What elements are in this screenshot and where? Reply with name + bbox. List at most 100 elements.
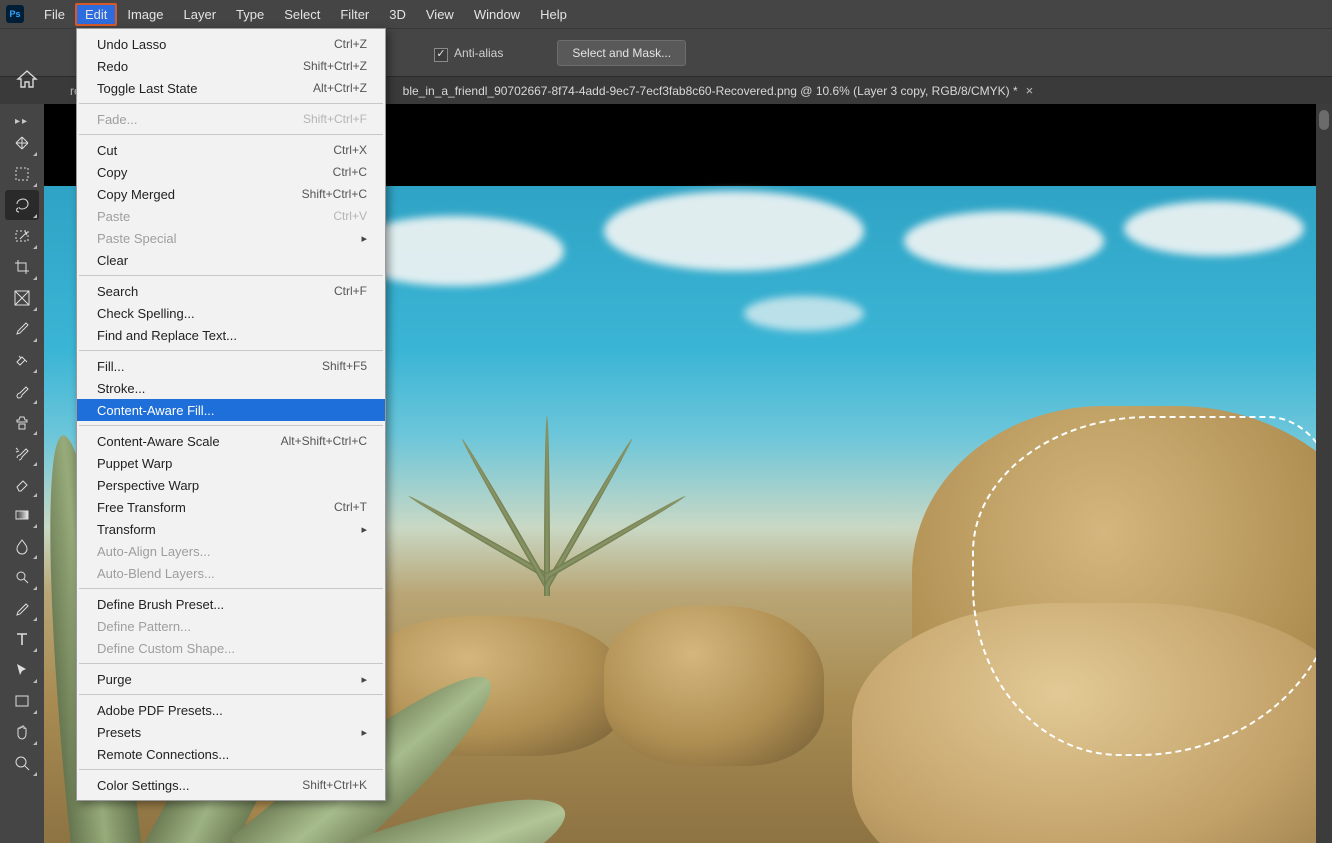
menu-item-label: Check Spelling... [97, 306, 195, 321]
menu-item-label: Clear [97, 253, 128, 268]
menu-item-toggle-last-state[interactable]: Toggle Last StateAlt+Ctrl+Z [77, 77, 385, 99]
menu-item-define-custom-shape: Define Custom Shape... [77, 637, 385, 659]
menu-item-shortcut: Shift+Ctrl+F [303, 112, 367, 126]
menu-item-content-aware-scale[interactable]: Content-Aware ScaleAlt+Shift+Ctrl+C [77, 430, 385, 452]
menu-item-shortcut: Ctrl+X [333, 143, 367, 157]
menu-item-3d[interactable]: 3D [379, 3, 416, 26]
menu-item-label: Copy [97, 165, 127, 180]
menu-item-select[interactable]: Select [274, 3, 330, 26]
menu-item-label: Find and Replace Text... [97, 328, 237, 343]
menu-item-label: Transform [97, 522, 156, 537]
menu-item-label: Define Brush Preset... [97, 597, 224, 612]
menu-item-label: Purge [97, 672, 132, 687]
menu-item-paste-special: Paste Special [77, 227, 385, 249]
menu-item-cut[interactable]: Cut Ctrl+X [77, 139, 385, 161]
toolbar-expand-icon[interactable]: ▸▸ [13, 116, 31, 127]
menu-separator [79, 694, 383, 695]
menu-item-puppet-warp[interactable]: Puppet Warp [77, 452, 385, 474]
home-button[interactable] [4, 61, 50, 97]
menu-item-fill[interactable]: Fill...Shift+F5 [77, 355, 385, 377]
menu-item-fade: Fade...Shift+Ctrl+F [77, 108, 385, 130]
select-and-mask-button[interactable]: Select and Mask... [557, 40, 686, 66]
menu-item-shortcut: Shift+F5 [322, 359, 367, 373]
tool-path-select[interactable] [5, 655, 39, 685]
anti-alias-checkbox[interactable]: Anti-alias [434, 46, 503, 60]
tool-frame[interactable] [5, 283, 39, 313]
scrollbar-thumb[interactable] [1319, 110, 1329, 130]
tool-hand[interactable] [5, 717, 39, 747]
menu-item-label: Cut [97, 143, 117, 158]
menu-item-image[interactable]: Image [117, 3, 173, 26]
tool-history-brush[interactable] [5, 438, 39, 468]
menu-item-shortcut: Ctrl+F [334, 284, 367, 298]
menu-item-copy[interactable]: CopyCtrl+C [77, 161, 385, 183]
menu-item-label: Paste Special [97, 231, 177, 246]
menu-item-label: Search [97, 284, 138, 299]
menu-item-label: Copy Merged [97, 187, 175, 202]
tool-healing[interactable] [5, 345, 39, 375]
menu-item-copy-merged[interactable]: Copy Merged Shift+Ctrl+C [77, 183, 385, 205]
menu-item-stroke[interactable]: Stroke... [77, 377, 385, 399]
menu-item-purge[interactable]: Purge [77, 668, 385, 690]
tool-wand[interactable] [5, 221, 39, 251]
menu-bar: Ps FileEditImageLayerTypeSelectFilter3DV… [0, 0, 1332, 28]
menu-item-label: Toggle Last State [97, 81, 197, 96]
tool-pen[interactable] [5, 593, 39, 623]
menu-item-search[interactable]: Search Ctrl+F [77, 280, 385, 302]
menu-item-adobe-pdf-presets[interactable]: Adobe PDF Presets... [77, 699, 385, 721]
menu-item-content-aware-fill[interactable]: Content-Aware Fill... [77, 399, 385, 421]
menu-item-paste: PasteCtrl+V [77, 205, 385, 227]
menu-item-label: Define Pattern... [97, 619, 191, 634]
menu-item-help[interactable]: Help [530, 3, 577, 26]
tool-crop[interactable] [5, 252, 39, 282]
menu-item-label: Define Custom Shape... [97, 641, 235, 656]
tool-marquee[interactable] [5, 159, 39, 189]
menu-item-edit[interactable]: Edit [75, 3, 117, 26]
menu-item-view[interactable]: View [416, 3, 464, 26]
anti-alias-label: Anti-alias [454, 46, 503, 60]
menu-item-filter[interactable]: Filter [330, 3, 379, 26]
menu-item-redo[interactable]: RedoShift+Ctrl+Z [77, 55, 385, 77]
menu-item-undo-lasso[interactable]: Undo LassoCtrl+Z [77, 33, 385, 55]
tool-dodge[interactable] [5, 562, 39, 592]
menu-item-shortcut: Ctrl+Z [334, 37, 367, 51]
tool-lasso[interactable] [5, 190, 39, 220]
menu-separator [79, 103, 383, 104]
menu-separator [79, 425, 383, 426]
tool-brush[interactable] [5, 376, 39, 406]
menu-item-perspective-warp[interactable]: Perspective Warp [77, 474, 385, 496]
tool-blur[interactable] [5, 531, 39, 561]
menu-item-define-brush-preset[interactable]: Define Brush Preset... [77, 593, 385, 615]
menu-item-label: Perspective Warp [97, 478, 199, 493]
menu-item-layer[interactable]: Layer [174, 3, 227, 26]
menu-item-free-transform[interactable]: Free TransformCtrl+T [77, 496, 385, 518]
menu-item-shortcut: Ctrl+T [334, 500, 367, 514]
menu-item-find-and-replace-text[interactable]: Find and Replace Text... [77, 324, 385, 346]
tool-gradient[interactable] [5, 500, 39, 530]
tool-zoom[interactable] [5, 748, 39, 778]
menu-separator [79, 663, 383, 664]
menu-item-label: Remote Connections... [97, 747, 229, 762]
menu-item-type[interactable]: Type [226, 3, 274, 26]
menu-item-transform[interactable]: Transform [77, 518, 385, 540]
menu-item-label: Puppet Warp [97, 456, 172, 471]
tool-eyedropper[interactable] [5, 314, 39, 344]
tool-eraser[interactable] [5, 469, 39, 499]
menu-item-color-settings[interactable]: Color Settings...Shift+Ctrl+K [77, 774, 385, 796]
menu-item-label: Color Settings... [97, 778, 190, 793]
menu-item-shortcut: Alt+Shift+Ctrl+C [281, 434, 367, 448]
edit-menu-dropdown: Undo LassoCtrl+ZRedoShift+Ctrl+ZToggle L… [76, 28, 386, 801]
menu-item-check-spelling[interactable]: Check Spelling... [77, 302, 385, 324]
menu-item-shortcut: Shift+Ctrl+C [302, 187, 367, 201]
vertical-scrollbar[interactable] [1316, 104, 1332, 843]
tool-rectangle[interactable] [5, 686, 39, 716]
menu-item-remote-connections[interactable]: Remote Connections... [77, 743, 385, 765]
menu-item-presets[interactable]: Presets [77, 721, 385, 743]
menu-item-file[interactable]: File [34, 3, 75, 26]
tool-clone[interactable] [5, 407, 39, 437]
tool-move[interactable] [5, 128, 39, 158]
tool-type[interactable] [5, 624, 39, 654]
close-icon[interactable]: × [1026, 83, 1034, 98]
menu-item-window[interactable]: Window [464, 3, 530, 26]
menu-item-clear[interactable]: Clear [77, 249, 385, 271]
